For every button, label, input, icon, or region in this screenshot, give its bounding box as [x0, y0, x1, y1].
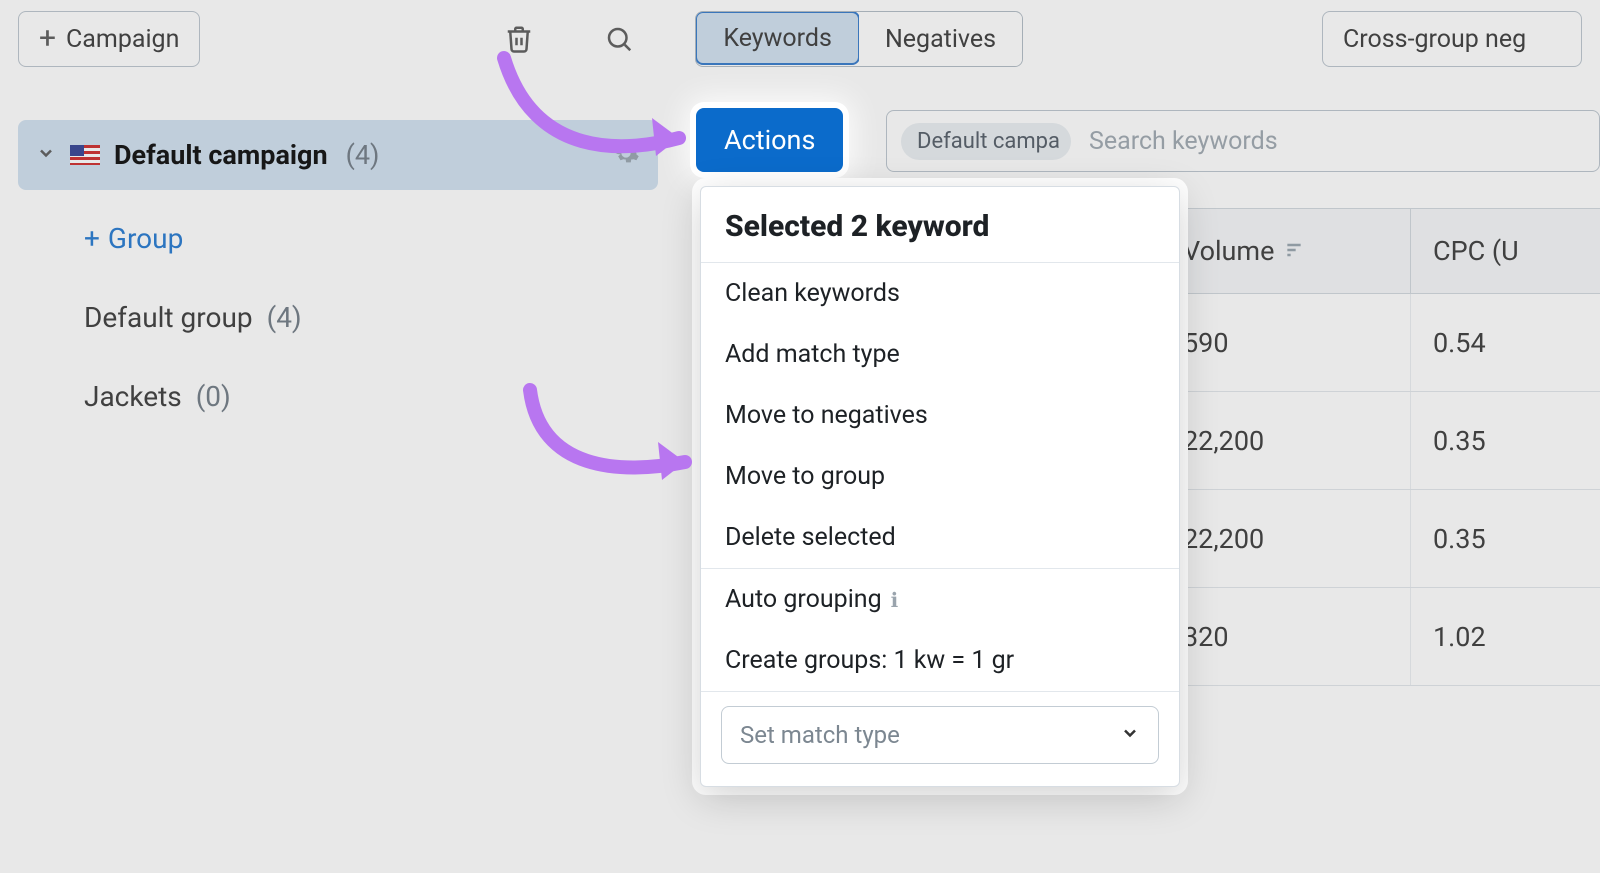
search-placeholder: Search keywords: [1089, 127, 1278, 156]
col-volume[interactable]: Volume: [1160, 209, 1410, 293]
select-placeholder: Set match type: [740, 721, 900, 749]
top-toolbar: + Campaign Keywords Negatives Cross-grou…: [0, 0, 1600, 78]
cell-volume: 22,200: [1160, 490, 1410, 587]
tab-negatives[interactable]: Negatives: [859, 12, 1022, 66]
action-add-match-type[interactable]: Add match type: [701, 324, 1179, 385]
cell-cpc: 1.02: [1410, 588, 1600, 685]
dropdown-title: Selected 2 keyword: [701, 187, 1179, 262]
actions-dropdown: Selected 2 keyword Clean keywords Add ma…: [700, 186, 1180, 787]
action-move-to-group[interactable]: Move to group: [701, 446, 1179, 507]
group-item[interactable]: Jackets (0): [84, 380, 658, 413]
add-campaign-label: Campaign: [66, 25, 179, 54]
us-flag-icon: [70, 145, 100, 165]
cell-volume: 22,200: [1160, 392, 1410, 489]
add-group-button[interactable]: + Group: [84, 222, 658, 255]
cell-volume: 590: [1160, 294, 1410, 391]
chevron-down-icon: [1120, 721, 1140, 749]
campaign-row[interactable]: Default campaign (4): [18, 120, 658, 190]
cross-group-label: Cross-group neg: [1343, 25, 1526, 54]
action-delete-selected[interactable]: Delete selected: [701, 507, 1179, 568]
actions-button-wrap: Actions: [696, 108, 843, 172]
actions-button[interactable]: Actions: [696, 108, 843, 172]
group-name: Default group: [84, 301, 253, 334]
chevron-down-icon: [36, 143, 56, 167]
add-group-label: Group: [108, 222, 183, 255]
col-cpc-label: CPC (U: [1433, 235, 1519, 267]
keyword-search[interactable]: Default campa Search keywords: [886, 110, 1600, 172]
trash-icon[interactable]: [499, 19, 539, 59]
campaign-sidebar: Default campaign (4) + Group Default gro…: [18, 120, 658, 413]
cell-cpc: 0.35: [1410, 392, 1600, 489]
toolbar-icons: [499, 19, 639, 59]
add-campaign-button[interactable]: + Campaign: [18, 11, 200, 67]
tab-keywords[interactable]: Keywords: [695, 11, 860, 65]
campaign-count: (4): [346, 139, 380, 171]
cell-cpc: 0.54: [1410, 294, 1600, 391]
plus-icon: +: [84, 222, 100, 255]
group-list: + Group Default group (4) Jackets (0): [18, 222, 658, 413]
col-volume-label: Volume: [1183, 235, 1274, 267]
group-name: Jackets: [84, 380, 182, 413]
keywords-negatives-toggle: Keywords Negatives: [695, 11, 1023, 67]
group-item[interactable]: Default group (4): [84, 301, 658, 334]
divider: [701, 691, 1179, 692]
plus-icon: +: [39, 24, 56, 54]
action-move-to-negatives[interactable]: Move to negatives: [701, 385, 1179, 446]
filter-chip[interactable]: Default campa: [901, 123, 1071, 160]
group-count: (0): [196, 380, 231, 413]
match-type-select[interactable]: Set match type: [721, 706, 1159, 764]
search-icon[interactable]: [599, 19, 639, 59]
cross-group-negatives-button[interactable]: Cross-group neg: [1322, 11, 1582, 67]
cell-cpc: 0.35: [1410, 490, 1600, 587]
group-count: (4): [267, 301, 302, 334]
action-auto-grouping[interactable]: Auto grouping: [701, 569, 1179, 630]
gear-icon[interactable]: [612, 139, 640, 171]
action-clean-keywords[interactable]: Clean keywords: [701, 263, 1179, 324]
campaign-name: Default campaign: [114, 139, 328, 171]
col-cpc[interactable]: CPC (U: [1410, 209, 1600, 293]
cell-volume: 320: [1160, 588, 1410, 685]
sort-desc-icon: [1284, 235, 1304, 267]
action-create-groups[interactable]: Create groups: 1 kw = 1 gr: [701, 630, 1179, 691]
